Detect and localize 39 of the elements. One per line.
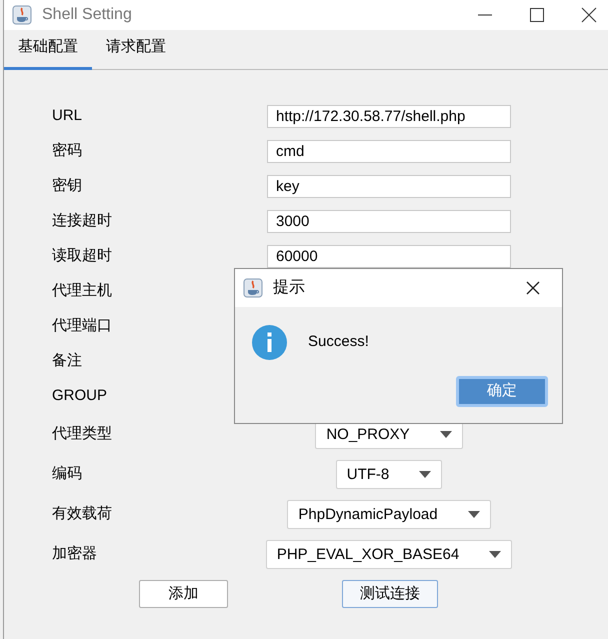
input-field[interactable]: 3000 <box>267 210 511 233</box>
dialog-message: Success! <box>308 332 369 352</box>
app-icon <box>243 278 263 298</box>
maximize-icon[interactable] <box>529 7 545 23</box>
field-label: 密钥 <box>52 177 82 194</box>
field-label: 备注 <box>52 352 82 370</box>
info-icon <box>252 325 287 360</box>
input-field[interactable]: 60000 <box>267 245 511 268</box>
field-label: 加密器 <box>52 544 97 562</box>
field-label: 编码 <box>52 464 82 482</box>
field-label: 有效载荷 <box>52 504 112 522</box>
dropdown[interactable]: PHP_EVAL_XOR_BASE64 <box>266 540 512 568</box>
button[interactable]: 测试连接 <box>342 580 438 608</box>
dialog-title: 提示 <box>273 278 305 298</box>
caret-icon <box>489 550 502 558</box>
caret-icon <box>419 470 432 478</box>
close-icon[interactable] <box>581 7 597 23</box>
field-label: 连接超时 <box>52 212 112 230</box>
input-field[interactable]: key <box>267 175 511 198</box>
field-label: 密码 <box>52 142 82 160</box>
close-icon[interactable] <box>526 281 540 295</box>
field-label: GROUP <box>52 387 108 404</box>
tab[interactable]: 基础配置 <box>4 36 92 70</box>
ok-button[interactable]: 确定 <box>456 376 548 407</box>
dropdown[interactable]: PhpDynamicPayload <box>287 500 491 528</box>
field-label: 代理端口 <box>52 317 112 334</box>
input-field[interactable]: cmd <box>267 140 511 163</box>
caret-icon <box>468 510 480 518</box>
field-label: 代理类型 <box>52 424 112 442</box>
field-label: 代理主机 <box>52 282 112 300</box>
input-field[interactable]: http://172.30.58.77/shell.php <box>267 105 511 128</box>
field-label: 读取超时 <box>52 247 112 264</box>
caret-icon <box>440 430 452 438</box>
field-label: URL <box>52 107 82 124</box>
dropdown[interactable]: UTF-8 <box>336 460 442 488</box>
window-title: Shell Setting <box>42 5 132 25</box>
button[interactable]: 添加 <box>139 580 228 608</box>
app-icon <box>12 5 32 25</box>
tab[interactable]: 请求配置 <box>92 36 180 70</box>
